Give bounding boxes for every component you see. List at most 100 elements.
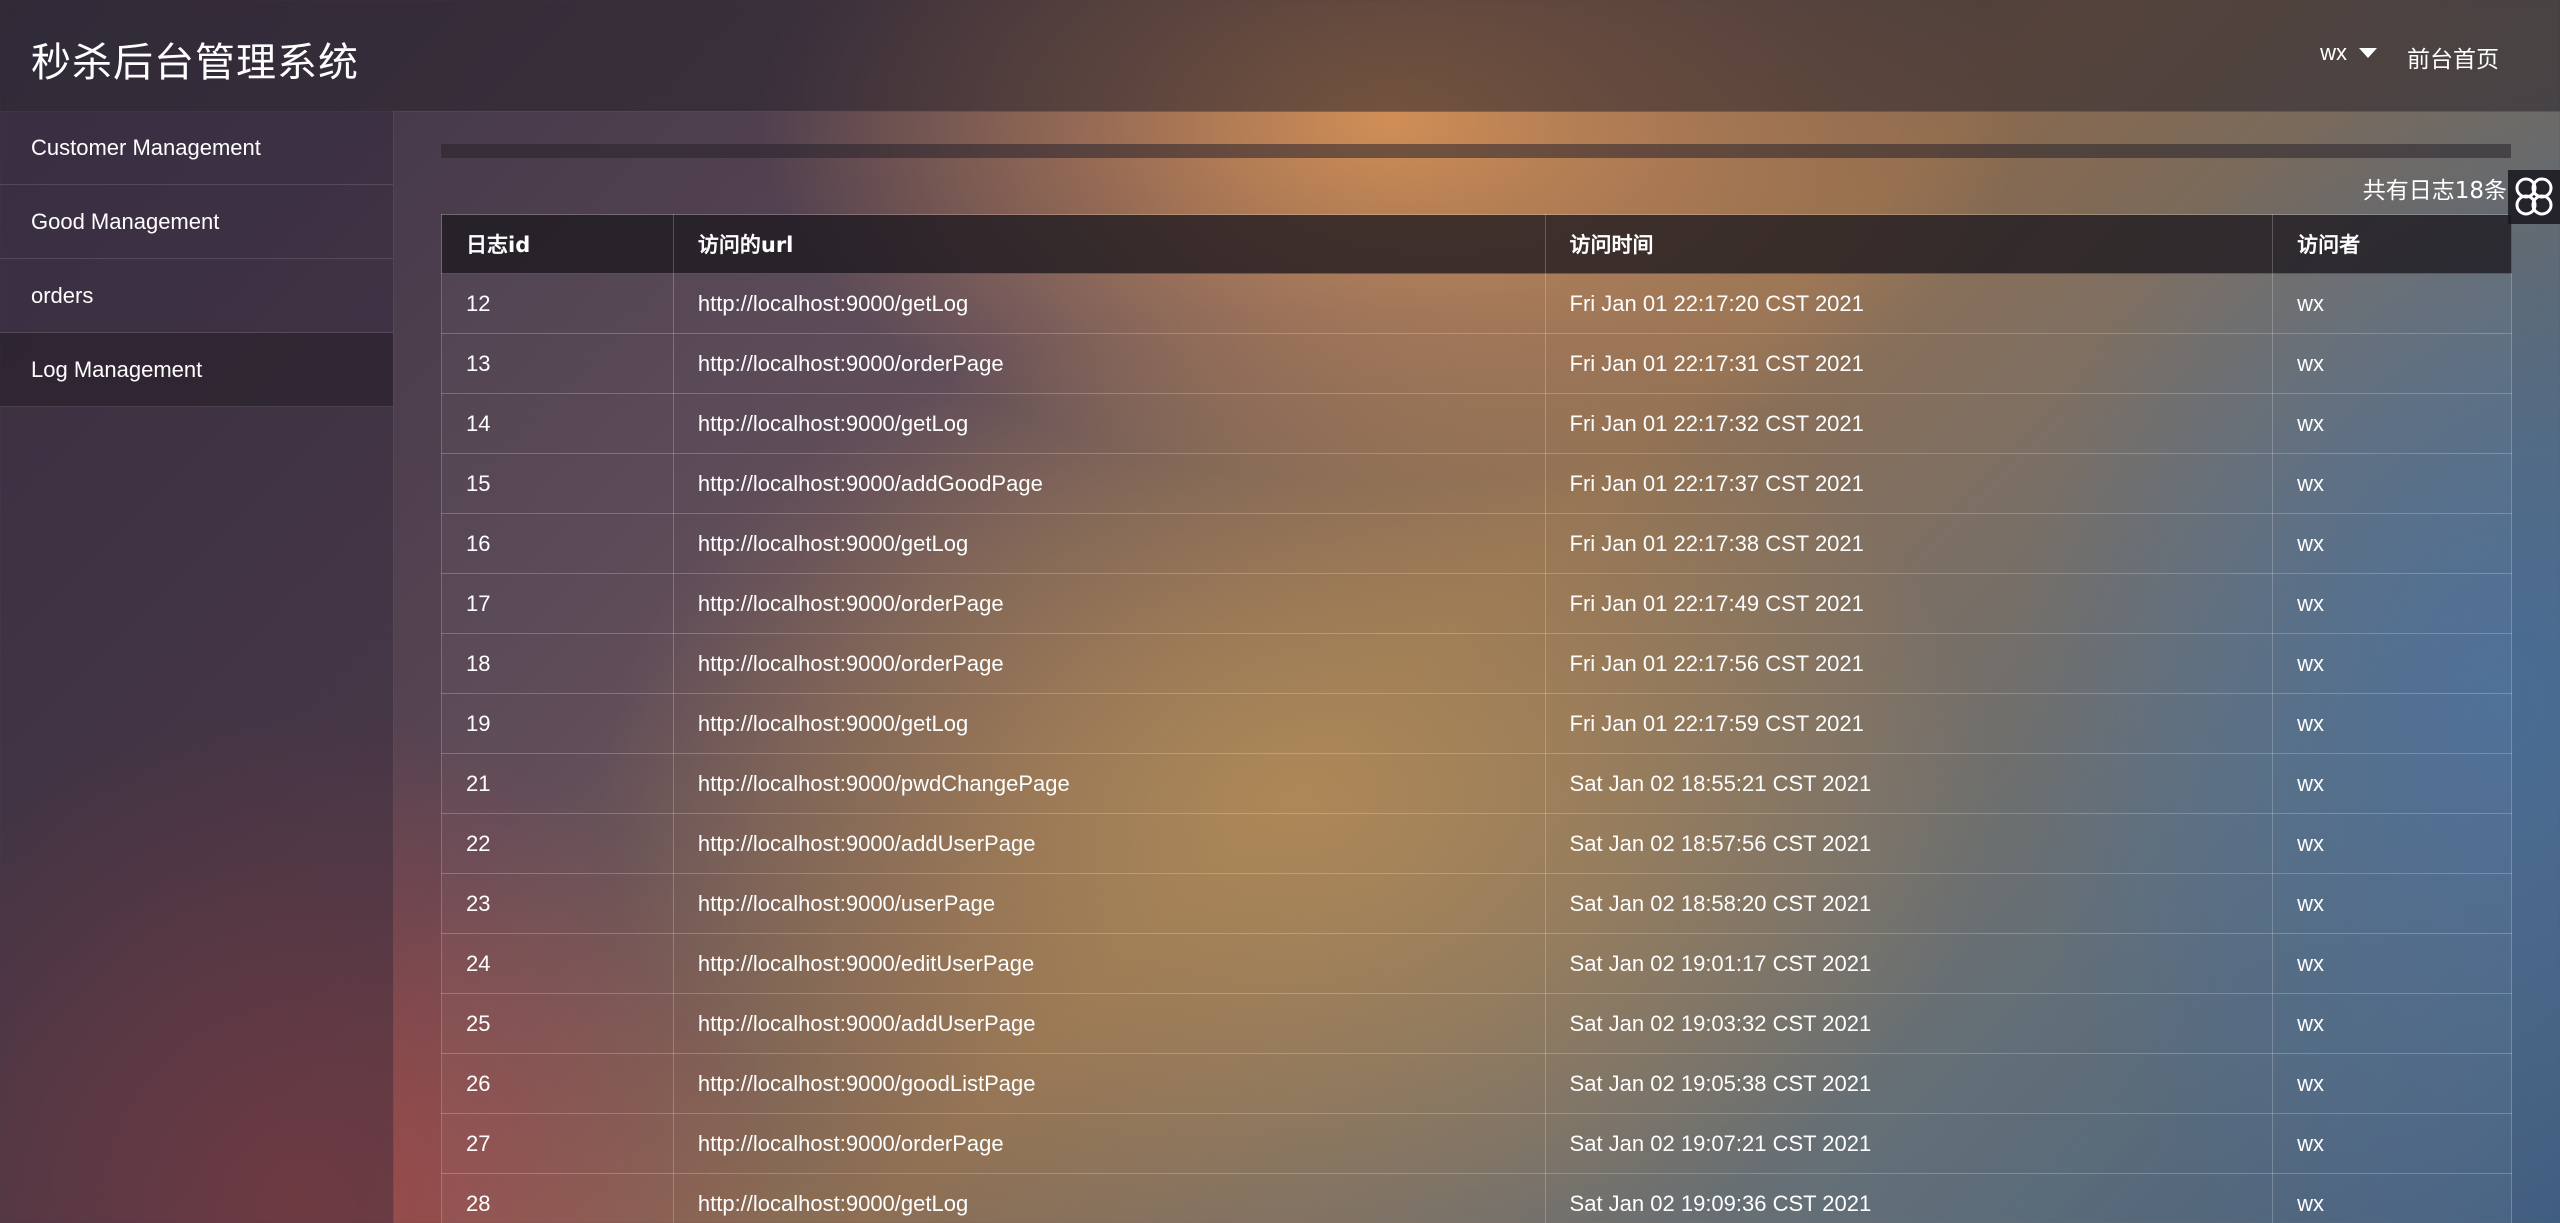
main-content: 共有日志18条 日志id 访问的url 访问时间 访问者 12 http://lo… [394,111,2560,1223]
user-dropdown[interactable]: wx [2320,40,2377,66]
cell-visitor: wx [2272,513,2512,574]
cell-time: Fri Jan 01 22:17:31 CST 2021 [1544,333,2274,394]
sidebar-item-orders[interactable]: orders [0,259,393,333]
cell-time: Sat Jan 02 19:07:21 CST 2021 [1544,1113,2274,1174]
cell-time: Fri Jan 01 22:17:56 CST 2021 [1544,633,2274,694]
table-row: 24 http://localhost:9000/editUserPage Sat … [441,933,2512,994]
cell-visitor: wx [2272,813,2512,874]
cell-visitor: wx [2272,333,2512,394]
cell-time: Sat Jan 02 18:55:21 CST 2021 [1544,753,2274,814]
cell-time: Fri Jan 01 22:17:49 CST 2021 [1544,573,2274,634]
cell-log-id: 17 [441,573,674,634]
table-row: 16 http://localhost:9000/getLog Fri Jan 01… [441,513,2512,574]
log-table: 日志id 访问的url 访问时间 访问者 12 http://localhost:… [441,214,2512,1223]
user-name: wx [2320,40,2347,65]
cell-url: http://localhost:9000/orderPage [672,633,1546,694]
cell-visitor: wx [2272,1113,2512,1174]
table-row: 17 http://localhost:9000/orderPage Fri Jan… [441,573,2512,634]
log-count-text: 共有日志18条 [2362,178,2507,204]
cell-url: http://localhost:9000/orderPage [672,573,1546,634]
top-bar [441,144,2511,158]
cell-url: http://localhost:9000/addUserPage [672,813,1546,874]
cell-url: http://localhost:9000/addGoodPage [672,453,1546,514]
top-navbar: 秒杀后台管理系统 wx 前台首页 [0,0,2560,112]
cell-log-id: 23 [441,873,674,934]
cell-time: Sat Jan 02 19:09:36 CST 2021 [1544,1173,2274,1223]
flower-icon[interactable] [2508,170,2560,224]
column-header-time: 访问时间 [1544,214,2274,274]
cell-time: Fri Jan 01 22:17:32 CST 2021 [1544,393,2274,454]
cell-visitor: wx [2272,753,2512,814]
cell-time: Sat Jan 02 18:58:20 CST 2021 [1544,873,2274,934]
cell-log-id: 19 [441,693,674,754]
cell-visitor: wx [2272,1053,2512,1114]
cell-url: http://localhost:9000/getLog [672,273,1546,334]
sidebar-item-good-management[interactable]: Good Management [0,185,393,259]
cell-log-id: 26 [441,1053,674,1114]
cell-log-id: 14 [441,393,674,454]
cell-visitor: wx [2272,933,2512,994]
cell-time: Fri Jan 01 22:17:20 CST 2021 [1544,273,2274,334]
table-row: 15 http://localhost:9000/addGoodPage Fri J… [441,453,2512,514]
table-row: 26 http://localhost:9000/goodListPage Sat … [441,1053,2512,1114]
cell-visitor: wx [2272,693,2512,754]
column-header-log-id: 日志id [441,214,674,274]
cell-log-id: 15 [441,453,674,514]
cell-log-id: 24 [441,933,674,994]
cell-log-id: 28 [441,1173,674,1223]
cell-visitor: wx [2272,873,2512,934]
app-title[interactable]: 秒杀后台管理系统 [31,30,359,88]
cell-log-id: 13 [441,333,674,394]
column-header-visitor: 访问者 [2272,214,2512,274]
cell-url: http://localhost:9000/editUserPage [672,933,1546,994]
cell-visitor: wx [2272,1173,2512,1223]
table-row: 23 http://localhost:9000/userPage Sat Jan … [441,873,2512,934]
cell-url: http://localhost:9000/addUserPage [672,993,1546,1054]
cell-log-id: 18 [441,633,674,694]
cell-url: http://localhost:9000/getLog [672,693,1546,754]
cell-visitor: wx [2272,993,2512,1054]
cell-url: http://localhost:9000/goodListPage [672,1053,1546,1114]
chevron-down-icon [2359,48,2377,58]
cell-time: Sat Jan 02 19:03:32 CST 2021 [1544,993,2274,1054]
cell-log-id: 16 [441,513,674,574]
cell-log-id: 12 [441,273,674,334]
cell-time: Sat Jan 02 18:57:56 CST 2021 [1544,813,2274,874]
cell-time: Fri Jan 01 22:17:59 CST 2021 [1544,693,2274,754]
table-row: 25 http://localhost:9000/addUserPage Sat J… [441,993,2512,1054]
cell-url: http://localhost:9000/getLog [672,513,1546,574]
cell-time: Sat Jan 02 19:05:38 CST 2021 [1544,1053,2274,1114]
cell-url: http://localhost:9000/getLog [672,1173,1546,1223]
cell-log-id: 27 [441,1113,674,1174]
cell-url: http://localhost:9000/pwdChangePage [672,753,1546,814]
sidebar-item-customer-management[interactable]: Customer Management [0,111,393,185]
cell-time: Fri Jan 01 22:17:37 CST 2021 [1544,453,2274,514]
table-row: 13 http://localhost:9000/orderPage Fri Jan… [441,333,2512,394]
cell-visitor: wx [2272,453,2512,514]
table-row: 28 http://localhost:9000/getLog Sat Jan 02… [441,1173,2512,1223]
table-row: 12 http://localhost:9000/getLog Fri Jan 01… [441,273,2512,334]
table-row: 21 http://localhost:9000/pwdChangePage Sat… [441,753,2512,814]
cell-url: http://localhost:9000/userPage [672,873,1546,934]
frontend-home-link[interactable]: 前台首页 [2407,40,2499,74]
table-body: 12 http://localhost:9000/getLog Fri Jan 01… [441,273,2512,1223]
cell-time: Sat Jan 02 19:01:17 CST 2021 [1544,933,2274,994]
sidebar-item-log-management[interactable]: Log Management [0,333,393,407]
sidebar: Customer Management Good Management orde… [0,111,394,1223]
cell-visitor: wx [2272,633,2512,694]
table-row: 22 http://localhost:9000/addUserPage Sat J… [441,813,2512,874]
cell-visitor: wx [2272,393,2512,454]
cell-log-id: 21 [441,753,674,814]
table-row: 19 http://localhost:9000/getLog Fri Jan 01… [441,693,2512,754]
table-row: 27 http://localhost:9000/orderPage Sat Jan… [441,1113,2512,1174]
table-row: 14 http://localhost:9000/getLog Fri Jan 01… [441,393,2512,454]
cell-url: http://localhost:9000/getLog [672,393,1546,454]
cell-url: http://localhost:9000/orderPage [672,1113,1546,1174]
table-row: 18 http://localhost:9000/orderPage Fri Jan… [441,633,2512,694]
table-header-row: 日志id 访问的url 访问时间 访问者 [441,214,2512,274]
cell-visitor: wx [2272,273,2512,334]
cell-log-id: 25 [441,993,674,1054]
cell-time: Fri Jan 01 22:17:38 CST 2021 [1544,513,2274,574]
cell-visitor: wx [2272,573,2512,634]
cell-log-id: 22 [441,813,674,874]
